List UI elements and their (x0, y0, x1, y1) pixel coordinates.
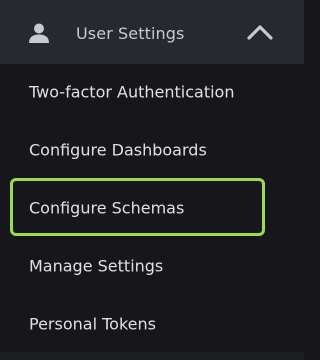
user-settings-title: User Settings (76, 24, 185, 43)
user-settings-header[interactable]: User Settings (0, 0, 304, 64)
menu-item-configure-schemas[interactable]: Configure Schemas (0, 184, 304, 232)
menu-item-personal-tokens[interactable]: Personal Tokens (0, 300, 304, 348)
menu-item-label: Personal Tokens (29, 314, 156, 334)
panel-bottom-edge (0, 352, 304, 360)
menu-item-label: Two-factor Authentication (29, 82, 235, 102)
menu-item-two-factor-authentication[interactable]: Two-factor Authentication (0, 68, 304, 116)
chevron-up-icon[interactable] (246, 22, 274, 42)
menu-item-label: Manage Settings (29, 256, 164, 276)
menu-item-label: Configure Dashboards (29, 140, 207, 160)
user-settings-panel: User Settings Two-factor Authentication … (0, 0, 304, 360)
user-icon (28, 22, 50, 44)
menu-item-label: Configure Schemas (29, 198, 185, 218)
menu-item-manage-settings[interactable]: Manage Settings (0, 242, 304, 290)
menu-item-configure-dashboards[interactable]: Configure Dashboards (0, 126, 304, 174)
